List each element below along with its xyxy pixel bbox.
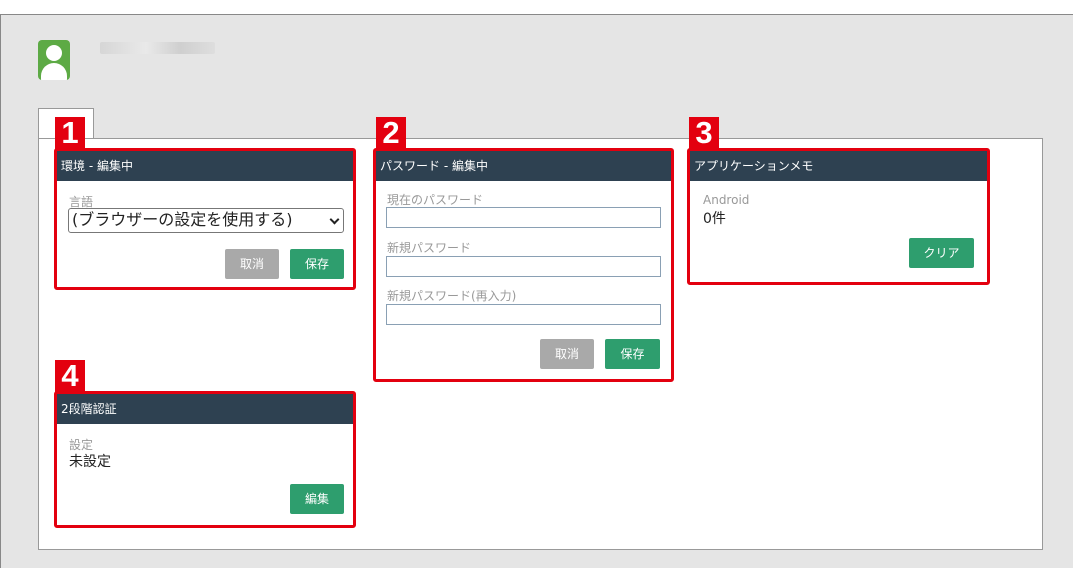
two-factor-card: 2段階認証 設定 未設定 編集: [54, 391, 356, 528]
environment-card: 環境 - 編集中 言語 (ブラウザーの設定を使用する) 取消 保存: [54, 148, 356, 290]
password-card: パスワード - 編集中 現在のパスワード 新規パスワード 新規パスワード(再入力…: [373, 148, 674, 382]
environment-card-title: 環境 - 編集中: [57, 151, 353, 181]
password-card-title: パスワード - 編集中: [376, 151, 671, 181]
callout-number-3: 3: [689, 117, 719, 149]
environment-cancel-button[interactable]: 取消: [225, 249, 279, 279]
two-factor-edit-button[interactable]: 編集: [290, 484, 344, 514]
clear-button[interactable]: クリア: [909, 238, 974, 268]
callout-number-2: 2: [376, 117, 406, 149]
password-save-button[interactable]: 保存: [605, 339, 660, 369]
environment-save-button[interactable]: 保存: [290, 249, 344, 279]
user-avatar-icon: [38, 40, 70, 80]
confirm-password-label: 新規パスワード(再入力): [387, 289, 517, 303]
user-name-redacted: [100, 42, 215, 54]
language-select[interactable]: (ブラウザーの設定を使用する): [68, 208, 344, 233]
new-password-input[interactable]: [386, 256, 661, 277]
current-password-label: 現在のパスワード: [387, 193, 484, 207]
app-memo-card-title: アプリケーションメモ: [690, 151, 987, 181]
language-select-value: (ブラウザーの設定を使用する): [72, 210, 293, 229]
memo-count-value: 0件: [703, 211, 726, 227]
two-factor-card-title: 2段階認証: [57, 394, 353, 424]
app-memo-card: アプリケーションメモ Android 0件 クリア: [687, 148, 990, 285]
setting-value: 未設定: [69, 454, 111, 470]
chevron-down-icon: [329, 214, 340, 225]
new-password-label: 新規パスワード: [387, 241, 472, 255]
confirm-password-input[interactable]: [386, 304, 661, 325]
password-cancel-button[interactable]: 取消: [540, 339, 594, 369]
callout-number-1: 1: [55, 117, 85, 149]
android-label: Android: [703, 193, 750, 207]
current-password-input[interactable]: [386, 207, 661, 228]
callout-number-4: 4: [55, 360, 85, 392]
